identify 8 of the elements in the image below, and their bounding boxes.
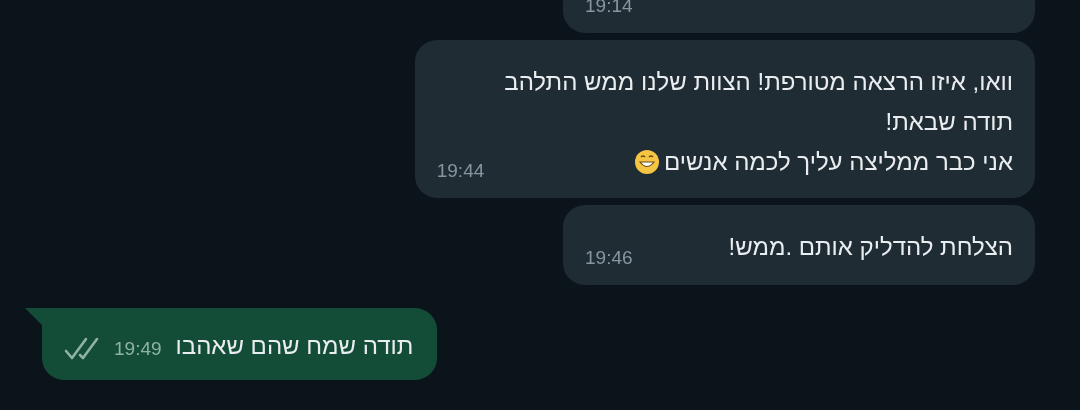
message-text: וואו, איזו הרצאה מטורפת! הצוות שלנו ממש התלהב — [504, 67, 1013, 97]
message-text: תודה שמח שהם שאהבו — [175, 331, 414, 361]
message-time: 19:49 — [114, 338, 162, 360]
message-text: אני כבר ממליצה עליך לכמה אנשים — [664, 147, 1013, 177]
message-time: 19:44 — [436, 160, 485, 182]
message-text: הצלחת להדליק אותם .ממש! — [728, 232, 1013, 262]
message-text: תודה שבאת! — [885, 107, 1013, 137]
message-time: 19:46 — [585, 247, 633, 269]
